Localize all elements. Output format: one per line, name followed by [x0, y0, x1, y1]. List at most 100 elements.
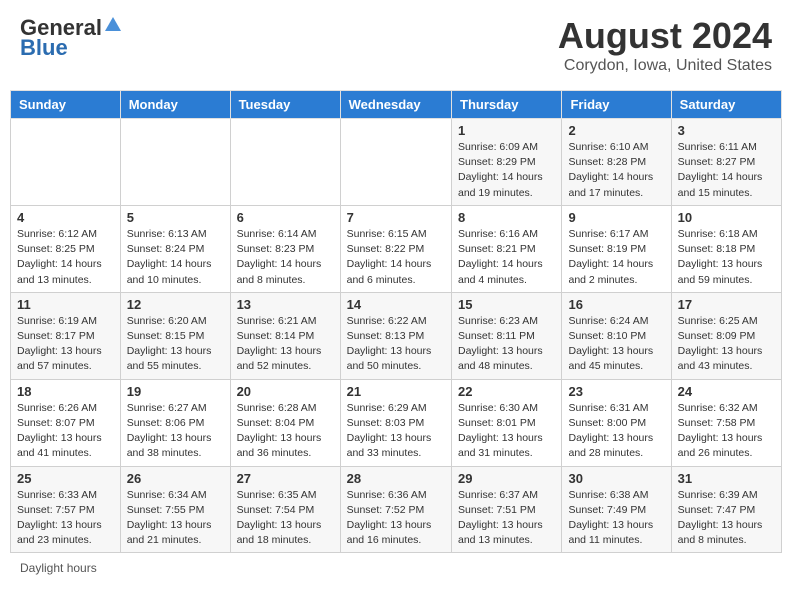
- calendar-cell: 24Sunrise: 6:32 AMSunset: 7:58 PMDayligh…: [671, 379, 781, 466]
- day-number: 10: [678, 210, 775, 225]
- footer: Daylight hours: [10, 561, 782, 575]
- day-info: Sunrise: 6:15 AMSunset: 8:22 PMDaylight:…: [347, 227, 445, 288]
- calendar-cell: 4 Sunrise: 6:12 AMSunset: 8:25 PMDaylight…: [11, 205, 121, 292]
- day-info: Sunrise: 6:23 AMSunset: 8:11 PMDaylight:…: [458, 314, 555, 375]
- calendar-cell: 29 Sunrise: 6:37 AMSunset: 7:51 PMDayligh…: [452, 466, 562, 553]
- day-number: 8: [458, 210, 555, 225]
- calendar-cell: 23 Sunrise: 6:31 AMSunset: 8:00 PMDayligh…: [562, 379, 671, 466]
- day-number: 4: [17, 210, 114, 225]
- day-number: 19: [127, 384, 224, 399]
- page-header: General Blue August 2024 Corydon, Iowa, …: [10, 10, 782, 80]
- day-number: 11: [17, 297, 114, 312]
- day-info: Sunrise: 6:36 AMSunset: 7:52 PMDaylight:…: [347, 488, 445, 549]
- day-number: 27: [237, 471, 334, 486]
- day-info: Sunrise: 6:27 AMSunset: 8:06 PMDaylight:…: [127, 401, 224, 462]
- day-info: Sunrise: 6:22 AMSunset: 8:13 PMDaylight:…: [347, 314, 445, 375]
- calendar-cell: 18 Sunrise: 6:26 AMSunset: 8:07 PMDayligh…: [11, 379, 121, 466]
- calendar-cell: 7 Sunrise: 6:15 AMSunset: 8:22 PMDaylight…: [340, 205, 451, 292]
- day-number: 26: [127, 471, 224, 486]
- day-info: Sunrise: 6:38 AMSunset: 7:49 PMDaylight:…: [568, 488, 664, 549]
- day-info: Sunrise: 6:37 AMSunset: 7:51 PMDaylight:…: [458, 488, 555, 549]
- day-number: 14: [347, 297, 445, 312]
- calendar-header-row: SundayMondayTuesdayWednesdayThursdayFrid…: [11, 91, 782, 119]
- day-number: 3: [678, 123, 775, 138]
- day-info: Sunrise: 6:19 AMSunset: 8:17 PMDaylight:…: [17, 314, 114, 375]
- calendar-cell: [11, 119, 121, 206]
- day-info: Sunrise: 6:12 AMSunset: 8:25 PMDaylight:…: [17, 227, 114, 288]
- calendar-cell: 12Sunrise: 6:20 AMSunset: 8:15 PMDayligh…: [120, 292, 230, 379]
- calendar-cell: 11 Sunrise: 6:19 AMSunset: 8:17 PMDayligh…: [11, 292, 121, 379]
- calendar-day-header: Friday: [562, 91, 671, 119]
- calendar-cell: 21Sunrise: 6:29 AMSunset: 8:03 PMDayligh…: [340, 379, 451, 466]
- day-info: Sunrise: 6:24 AMSunset: 8:10 PMDaylight:…: [568, 314, 664, 375]
- day-info: Sunrise: 6:21 AMSunset: 8:14 PMDaylight:…: [237, 314, 334, 375]
- calendar-cell: 10 Sunrise: 6:18 AMSunset: 8:18 PMDayligh…: [671, 205, 781, 292]
- calendar-cell: 16 Sunrise: 6:24 AMSunset: 8:10 PMDayligh…: [562, 292, 671, 379]
- day-number: 28: [347, 471, 445, 486]
- day-info: Sunrise: 6:10 AMSunset: 8:28 PMDaylight:…: [568, 140, 664, 201]
- calendar-cell: 30 Sunrise: 6:38 AMSunset: 7:49 PMDayligh…: [562, 466, 671, 553]
- day-info: Sunrise: 6:13 AMSunset: 8:24 PMDaylight:…: [127, 227, 224, 288]
- calendar-day-header: Saturday: [671, 91, 781, 119]
- day-number: 31: [678, 471, 775, 486]
- day-info: Sunrise: 6:32 AMSunset: 7:58 PMDaylight:…: [678, 401, 775, 462]
- day-number: 17: [678, 297, 775, 312]
- day-number: 15: [458, 297, 555, 312]
- day-number: 16: [568, 297, 664, 312]
- day-info: Sunrise: 6:33 AMSunset: 7:57 PMDaylight:…: [17, 488, 114, 549]
- day-number: 1: [458, 123, 555, 138]
- logo-triangle-icon: [104, 15, 122, 38]
- day-info: Sunrise: 6:28 AMSunset: 8:04 PMDaylight:…: [237, 401, 334, 462]
- calendar-day-header: Tuesday: [230, 91, 340, 119]
- calendar-cell: 20 Sunrise: 6:28 AMSunset: 8:04 PMDayligh…: [230, 379, 340, 466]
- day-info: Sunrise: 6:25 AMSunset: 8:09 PMDaylight:…: [678, 314, 775, 375]
- day-number: 20: [237, 384, 334, 399]
- day-number: 30: [568, 471, 664, 486]
- calendar-cell: 3 Sunrise: 6:11 AMSunset: 8:27 PMDaylight…: [671, 119, 781, 206]
- day-info: Sunrise: 6:18 AMSunset: 8:18 PMDaylight:…: [678, 227, 775, 288]
- calendar-cell: 9 Sunrise: 6:17 AMSunset: 8:19 PMDaylight…: [562, 205, 671, 292]
- day-info: Sunrise: 6:35 AMSunset: 7:54 PMDaylight:…: [237, 488, 334, 549]
- day-info: Sunrise: 6:26 AMSunset: 8:07 PMDaylight:…: [17, 401, 114, 462]
- footer-label: Daylight hours: [20, 561, 97, 575]
- subtitle: Corydon, Iowa, United States: [558, 57, 772, 75]
- calendar-day-header: Wednesday: [340, 91, 451, 119]
- day-number: 29: [458, 471, 555, 486]
- day-info: Sunrise: 6:34 AMSunset: 7:55 PMDaylight:…: [127, 488, 224, 549]
- day-info: Sunrise: 6:39 AMSunset: 7:47 PMDaylight:…: [678, 488, 775, 549]
- calendar-cell: [340, 119, 451, 206]
- calendar-cell: 25 Sunrise: 6:33 AMSunset: 7:57 PMDayligh…: [11, 466, 121, 553]
- day-number: 22: [458, 384, 555, 399]
- day-number: 6: [237, 210, 334, 225]
- title-section: August 2024 Corydon, Iowa, United States: [558, 15, 772, 75]
- calendar-cell: 8 Sunrise: 6:16 AMSunset: 8:21 PMDaylight…: [452, 205, 562, 292]
- day-number: 9: [568, 210, 664, 225]
- calendar-cell: 1Sunrise: 6:09 AMSunset: 8:29 PMDaylight…: [452, 119, 562, 206]
- calendar-day-header: Monday: [120, 91, 230, 119]
- logo: General Blue: [20, 15, 122, 61]
- day-info: Sunrise: 6:16 AMSunset: 8:21 PMDaylight:…: [458, 227, 555, 288]
- day-number: 5: [127, 210, 224, 225]
- day-number: 23: [568, 384, 664, 399]
- day-number: 18: [17, 384, 114, 399]
- logo-blue-text: Blue: [20, 35, 68, 61]
- calendar-week-row: 11 Sunrise: 6:19 AMSunset: 8:17 PMDayligh…: [11, 292, 782, 379]
- day-info: Sunrise: 6:31 AMSunset: 8:00 PMDaylight:…: [568, 401, 664, 462]
- calendar-cell: 22 Sunrise: 6:30 AMSunset: 8:01 PMDayligh…: [452, 379, 562, 466]
- day-info: Sunrise: 6:14 AMSunset: 8:23 PMDaylight:…: [237, 227, 334, 288]
- day-info: Sunrise: 6:30 AMSunset: 8:01 PMDaylight:…: [458, 401, 555, 462]
- day-info: Sunrise: 6:20 AMSunset: 8:15 PMDaylight:…: [127, 314, 224, 375]
- calendar-cell: 13Sunrise: 6:21 AMSunset: 8:14 PMDayligh…: [230, 292, 340, 379]
- calendar-cell: 19 Sunrise: 6:27 AMSunset: 8:06 PMDayligh…: [120, 379, 230, 466]
- calendar-cell: 28 Sunrise: 6:36 AMSunset: 7:52 PMDayligh…: [340, 466, 451, 553]
- calendar-week-row: 18 Sunrise: 6:26 AMSunset: 8:07 PMDayligh…: [11, 379, 782, 466]
- day-info: Sunrise: 6:17 AMSunset: 8:19 PMDaylight:…: [568, 227, 664, 288]
- day-info: Sunrise: 6:11 AMSunset: 8:27 PMDaylight:…: [678, 140, 775, 201]
- day-number: 25: [17, 471, 114, 486]
- calendar-cell: [230, 119, 340, 206]
- calendar-cell: 17 Sunrise: 6:25 AMSunset: 8:09 PMDayligh…: [671, 292, 781, 379]
- calendar-cell: [120, 119, 230, 206]
- calendar-cell: 6 Sunrise: 6:14 AMSunset: 8:23 PMDaylight…: [230, 205, 340, 292]
- day-number: 7: [347, 210, 445, 225]
- calendar-day-header: Sunday: [11, 91, 121, 119]
